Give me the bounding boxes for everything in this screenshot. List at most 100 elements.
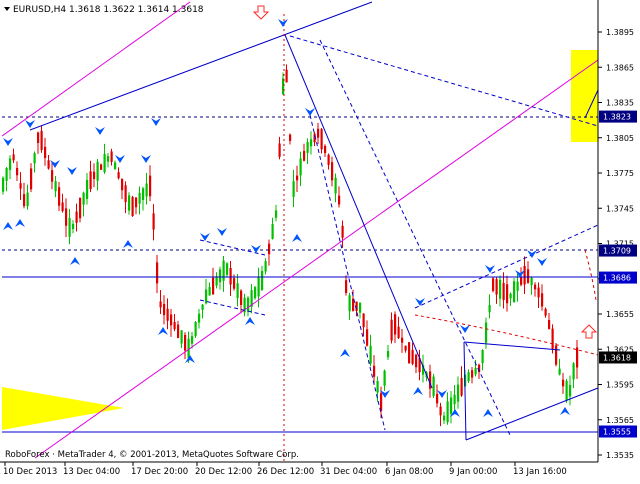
price-tag-text: 1.3709 (603, 247, 631, 256)
candle-body (576, 347, 579, 368)
candle-body (432, 376, 435, 396)
candle-body (397, 326, 400, 338)
candle-body (408, 342, 411, 364)
candle-body (152, 213, 155, 230)
candle-body (548, 319, 551, 330)
candle-body (334, 177, 337, 194)
candle-body (86, 179, 89, 199)
candle-body (89, 171, 92, 190)
candle-body (488, 305, 491, 313)
candle-body (247, 297, 250, 312)
price-tag-text: 1.3823 (603, 113, 631, 122)
candle-body (481, 350, 484, 364)
candle-body (401, 337, 404, 343)
candle-body (194, 322, 197, 337)
time-tick-label: 20 Dec 12:00 (195, 467, 252, 477)
candle-body (51, 170, 54, 182)
candle-body (208, 287, 211, 296)
candle-body (516, 281, 519, 291)
candle-body (33, 153, 36, 164)
candle-body (180, 330, 183, 344)
price-chart[interactable]: 1.3895 1.3865 1.3835 1.3805 1.3775 1.3745 1.37… (0, 0, 640, 480)
time-tick-label: 13 Jan 16:00 (513, 467, 567, 477)
candle-body (19, 183, 22, 189)
candle-body (240, 290, 243, 306)
time-tick-label: 10 Dec 2013 (3, 467, 57, 477)
symbol-info-text: EURUSD,H4 1.3618 1.3622 1.3614 1.3618 (13, 5, 204, 15)
candle-body (47, 160, 50, 169)
candle-body (555, 345, 558, 365)
price-tick-label: 1.3835 (606, 99, 634, 108)
price-tick-label: 1.3775 (606, 169, 634, 178)
candle-body (5, 167, 8, 181)
candle-body (467, 372, 470, 382)
candle-body (320, 129, 323, 150)
candle-body (9, 158, 12, 170)
candle-body (222, 260, 225, 281)
candle-body (100, 164, 103, 170)
candle-body (359, 302, 362, 313)
candle-body (345, 280, 348, 294)
price-tick-label: 1.3565 (606, 416, 634, 425)
candle-body (264, 261, 267, 272)
candle-body (68, 217, 71, 237)
candle-body (40, 130, 43, 151)
candle-body (271, 224, 274, 239)
candle-body (229, 267, 232, 285)
chart-canvas[interactable]: 1.3895 1.3865 1.3835 1.3805 1.3775 1.3745 1.37… (0, 0, 640, 480)
price-tag-text: 1.3555 (603, 428, 631, 437)
price-tick-label: 1.3535 (606, 451, 634, 460)
candle-body (569, 384, 572, 397)
candle-body (509, 293, 512, 299)
candle-body (404, 345, 407, 351)
candle-body (324, 145, 327, 154)
candle-body (156, 262, 159, 284)
time-tick-label: 9 Jan 00:00 (449, 467, 497, 477)
candle-body (215, 276, 218, 286)
candle-body (65, 208, 68, 226)
candle-body (236, 283, 239, 299)
copyright-text: RoboForex · MetaTrader 4, © 2001-2013, M… (5, 450, 299, 460)
candle-body (411, 349, 414, 364)
candle-body (506, 284, 509, 304)
candle-body (495, 279, 498, 295)
candle-body (212, 277, 215, 295)
candle-body (485, 322, 488, 343)
candle-body (82, 192, 85, 205)
candle-body (387, 351, 390, 358)
candle-body (394, 314, 397, 335)
candle-body (72, 223, 75, 230)
candle-body (205, 289, 208, 304)
candle-body (310, 139, 313, 147)
candle-body (121, 178, 124, 191)
price-tick-label: 1.3805 (606, 134, 634, 143)
candle-body (303, 150, 306, 161)
candle-body (520, 276, 523, 285)
candle-body (338, 195, 341, 205)
candle-body (373, 365, 376, 377)
time-tick-label: 31 Dec 04:00 (320, 467, 377, 477)
candle-body (219, 269, 222, 283)
candle-body (61, 202, 64, 212)
candle-body (369, 345, 372, 364)
candle-body (327, 154, 330, 165)
candle-body (226, 263, 229, 275)
candle-body (376, 380, 379, 393)
candle-body (558, 368, 561, 375)
candle-body (383, 370, 386, 386)
candle-body (110, 151, 113, 162)
candle-body (26, 192, 29, 207)
candle-body (107, 156, 110, 162)
candle-body (331, 162, 334, 181)
candle-body (138, 192, 141, 204)
candle-body (233, 278, 236, 289)
candle-body (285, 69, 288, 83)
candle-body (173, 321, 176, 330)
candle-body (562, 379, 565, 387)
candle-body (201, 304, 204, 310)
candle-body (292, 181, 295, 197)
candle-body (275, 210, 278, 218)
candle-body (362, 313, 365, 328)
time-tick-label: 17 Dec 20:00 (131, 467, 188, 477)
candle-body (296, 175, 299, 181)
